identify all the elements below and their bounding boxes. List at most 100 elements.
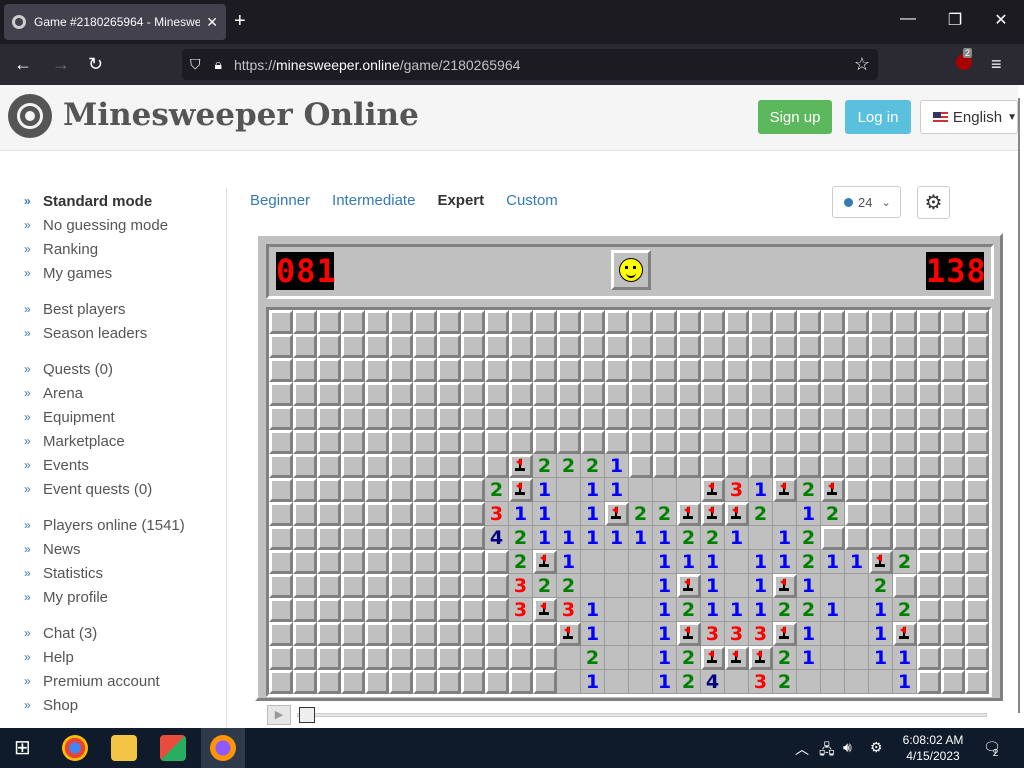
covered-cell[interactable] <box>437 646 461 670</box>
number-cell[interactable]: 1 <box>581 598 605 622</box>
covered-cell[interactable] <box>293 310 317 334</box>
covered-cell[interactable] <box>941 574 965 598</box>
covered-cell[interactable] <box>365 550 389 574</box>
number-cell[interactable]: 2 <box>509 526 533 550</box>
covered-cell[interactable] <box>269 550 293 574</box>
number-cell[interactable]: 4 <box>701 670 725 694</box>
covered-cell[interactable] <box>389 382 413 406</box>
covered-cell[interactable] <box>269 334 293 358</box>
covered-cell[interactable] <box>677 406 701 430</box>
covered-cell[interactable] <box>341 358 365 382</box>
covered-cell[interactable] <box>605 310 629 334</box>
covered-cell[interactable] <box>437 550 461 574</box>
covered-cell[interactable] <box>317 526 341 550</box>
covered-cell[interactable] <box>749 310 773 334</box>
number-cell[interactable]: 1 <box>869 646 893 670</box>
covered-cell[interactable] <box>389 310 413 334</box>
covered-cell[interactable] <box>293 334 317 358</box>
covered-cell[interactable] <box>437 502 461 526</box>
covered-cell[interactable] <box>365 454 389 478</box>
empty-cell[interactable] <box>557 502 581 526</box>
covered-cell[interactable] <box>797 430 821 454</box>
covered-cell[interactable] <box>485 550 509 574</box>
chrome-icon[interactable] <box>62 735 88 761</box>
covered-cell[interactable] <box>701 382 725 406</box>
covered-cell[interactable] <box>821 526 845 550</box>
covered-cell[interactable] <box>677 454 701 478</box>
covered-cell[interactable] <box>485 358 509 382</box>
covered-cell[interactable] <box>389 670 413 694</box>
covered-cell[interactable] <box>533 670 557 694</box>
covered-cell[interactable] <box>461 334 485 358</box>
volume-icon[interactable]: 🔊︎ <box>843 739 852 756</box>
number-cell[interactable]: 1 <box>581 622 605 646</box>
covered-cell[interactable] <box>317 670 341 694</box>
covered-cell[interactable] <box>365 334 389 358</box>
number-cell[interactable]: 1 <box>797 646 821 670</box>
new-tab-icon[interactable]: + <box>234 10 246 33</box>
empty-cell[interactable] <box>629 670 653 694</box>
number-cell[interactable]: 1 <box>821 550 845 574</box>
close-window-icon[interactable]: ✕ <box>991 10 1011 30</box>
covered-cell[interactable] <box>269 454 293 478</box>
covered-cell[interactable] <box>821 454 845 478</box>
covered-cell[interactable] <box>413 334 437 358</box>
covered-cell[interactable] <box>341 622 365 646</box>
number-cell[interactable]: 2 <box>485 478 509 502</box>
number-cell[interactable]: 1 <box>581 670 605 694</box>
number-cell[interactable]: 1 <box>533 502 557 526</box>
number-cell[interactable]: 3 <box>701 622 725 646</box>
covered-cell[interactable] <box>773 310 797 334</box>
empty-cell[interactable] <box>557 478 581 502</box>
number-cell[interactable]: 1 <box>749 478 773 502</box>
flag-icon[interactable] <box>509 454 533 478</box>
covered-cell[interactable] <box>965 358 989 382</box>
number-cell[interactable]: 1 <box>581 526 605 550</box>
covered-cell[interactable] <box>965 310 989 334</box>
covered-cell[interactable] <box>437 358 461 382</box>
covered-cell[interactable] <box>269 382 293 406</box>
covered-cell[interactable] <box>917 382 941 406</box>
covered-cell[interactable] <box>749 430 773 454</box>
covered-cell[interactable] <box>869 382 893 406</box>
empty-cell[interactable] <box>869 670 893 694</box>
covered-cell[interactable] <box>653 334 677 358</box>
covered-cell[interactable] <box>869 454 893 478</box>
covered-cell[interactable] <box>605 358 629 382</box>
covered-cell[interactable] <box>557 334 581 358</box>
covered-cell[interactable] <box>701 454 725 478</box>
covered-cell[interactable] <box>341 574 365 598</box>
replay-track[interactable] <box>297 713 987 717</box>
empty-cell[interactable] <box>845 574 869 598</box>
covered-cell[interactable] <box>461 550 485 574</box>
covered-cell[interactable] <box>317 310 341 334</box>
empty-cell[interactable] <box>629 598 653 622</box>
empty-cell[interactable] <box>605 670 629 694</box>
covered-cell[interactable] <box>557 358 581 382</box>
covered-cell[interactable] <box>701 334 725 358</box>
covered-cell[interactable] <box>533 430 557 454</box>
covered-cell[interactable] <box>365 310 389 334</box>
minimize-icon[interactable]: — <box>898 10 918 28</box>
covered-cell[interactable] <box>701 310 725 334</box>
bookmark-star-icon[interactable]: ☆ <box>854 54 870 75</box>
covered-cell[interactable] <box>701 358 725 382</box>
covered-cell[interactable] <box>677 430 701 454</box>
covered-cell[interactable] <box>773 334 797 358</box>
covered-cell[interactable] <box>269 646 293 670</box>
sidebar-item[interactable]: » Statistics <box>24 561 224 585</box>
page-scrollbar[interactable] <box>1018 98 1020 713</box>
covered-cell[interactable] <box>917 358 941 382</box>
covered-cell[interactable] <box>581 406 605 430</box>
covered-cell[interactable] <box>317 454 341 478</box>
covered-cell[interactable] <box>341 526 365 550</box>
sidebar-item[interactable]: » News <box>24 537 224 561</box>
sidebar-item[interactable]: » Season leaders <box>24 321 224 345</box>
covered-cell[interactable] <box>461 670 485 694</box>
covered-cell[interactable] <box>317 358 341 382</box>
covered-cell[interactable] <box>317 574 341 598</box>
covered-cell[interactable] <box>869 334 893 358</box>
covered-cell[interactable] <box>485 646 509 670</box>
covered-cell[interactable] <box>389 502 413 526</box>
covered-cell[interactable] <box>533 358 557 382</box>
